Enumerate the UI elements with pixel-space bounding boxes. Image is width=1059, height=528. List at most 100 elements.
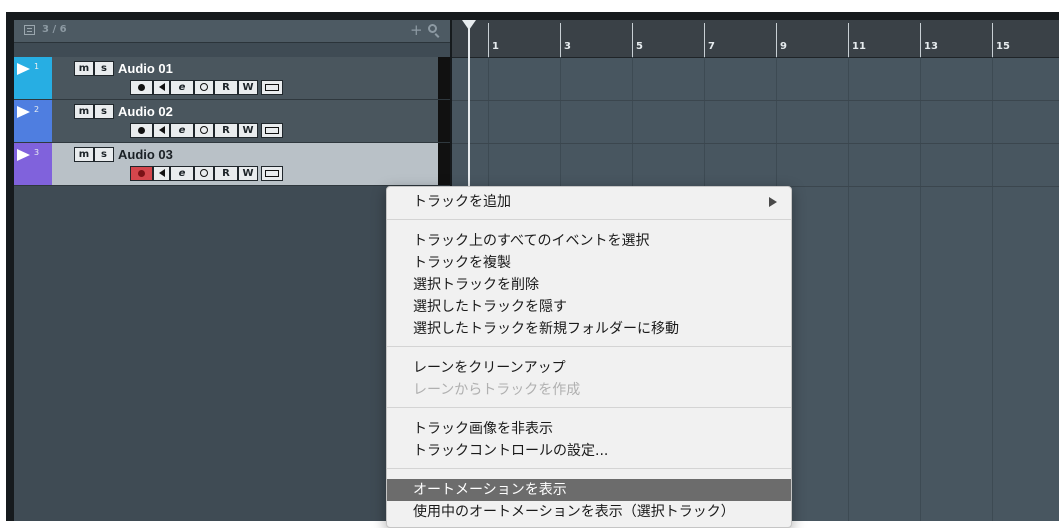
menu-item: レーンからトラックを作成 — [387, 379, 791, 401]
menu-separator — [387, 407, 791, 408]
solo-button[interactable]: s — [94, 104, 114, 119]
menu-item[interactable]: トラックを追加 — [387, 191, 791, 213]
ruler-bar-label: 9 — [780, 41, 787, 52]
menu-item-label: 選択したトラックを隠す — [413, 299, 567, 315]
ruler-bar-label: 7 — [708, 41, 715, 52]
track-number: 1 — [34, 62, 40, 71]
track-row[interactable]: 2 m s Audio 02 e R W — [14, 100, 450, 143]
ruler[interactable]: 1 3 5 7 9 11 13 15 — [452, 20, 1059, 58]
grid-line — [848, 57, 849, 521]
menu-item-label: レーンをクリーンアップ — [413, 360, 566, 376]
track-count: 3 / 6 — [42, 24, 67, 35]
menu-item-label: 使用中のオートメーションを表示（選択トラック） — [413, 504, 735, 520]
open-editor-button[interactable] — [261, 80, 283, 95]
ruler-tick — [560, 23, 561, 57]
track-row[interactable]: 1 m s Audio 01 e R W — [14, 57, 450, 100]
track-play-icon[interactable] — [17, 149, 30, 161]
menu-separator — [387, 219, 791, 220]
track-name[interactable]: Audio 03 — [118, 147, 173, 162]
submenu-arrow-icon — [769, 197, 777, 207]
mute-button[interactable]: m — [74, 104, 94, 119]
read-automation-button[interactable]: R — [214, 166, 238, 181]
track-name[interactable]: Audio 01 — [118, 61, 173, 76]
menu-item-label: トラック上のすべてのイベントを選択 — [413, 233, 650, 249]
ruler-bar-label: 13 — [924, 41, 938, 52]
grid-line — [992, 57, 993, 521]
menu-item-label: トラックを追加 — [413, 194, 511, 210]
track-name[interactable]: Audio 02 — [118, 104, 173, 119]
solo-button[interactable]: s — [94, 61, 114, 76]
menu-item-label: 選択トラックを削除 — [413, 277, 539, 293]
menu-item[interactable]: レーンをクリーンアップ — [387, 357, 791, 379]
ruler-bar-label: 15 — [996, 41, 1010, 52]
edit-channel-button[interactable]: e — [170, 166, 194, 181]
add-track-icon[interactable]: + — [410, 21, 423, 39]
ruler-tick — [632, 23, 633, 57]
record-icon — [138, 126, 145, 134]
context-menu: トラックを追加トラック上のすべてのイベントを選択 トラックを複製選択トラックを削除… — [386, 186, 792, 528]
menu-item[interactable]: 使用中のオートメーションを表示（選択トラック） — [387, 501, 791, 523]
read-automation-button[interactable]: R — [214, 123, 238, 138]
menu-item[interactable]: 選択したトラックを新規フォルダーに移動 — [387, 318, 791, 340]
mute-button[interactable]: m — [74, 147, 94, 162]
search-icon[interactable] — [428, 24, 437, 33]
ruler-tick — [776, 23, 777, 57]
track-list: 3 / 6 + 1 m s Audio 01 e R W 2 m s Audio… — [14, 20, 450, 521]
mute-button[interactable]: m — [74, 61, 94, 76]
open-editor-button[interactable] — [261, 166, 283, 181]
menu-item-label: 選択したトラックを新規フォルダーに移動 — [413, 321, 679, 337]
monitor-button[interactable] — [153, 166, 170, 181]
editor-icon — [265, 83, 279, 91]
edit-channel-button[interactable]: e — [170, 80, 194, 95]
ruler-tick — [920, 23, 921, 57]
record-enable-button[interactable] — [130, 166, 153, 181]
circle-icon — [200, 83, 208, 91]
edit-channel-button[interactable]: e — [170, 123, 194, 138]
ruler-tick — [848, 23, 849, 57]
menu-separator — [387, 346, 791, 347]
menu-item[interactable]: トラックコントロールの設定... — [387, 440, 791, 462]
record-enable-button[interactable] — [130, 123, 153, 138]
ruler-tick — [704, 23, 705, 57]
monitor-button[interactable] — [153, 123, 170, 138]
track-row[interactable]: 3 m s Audio 03 e R W — [14, 143, 450, 186]
write-automation-button[interactable]: W — [238, 166, 258, 181]
menu-item-label: オートメーションを表示 — [413, 482, 567, 498]
solo-button[interactable]: s — [94, 147, 114, 162]
track-level-meter — [438, 143, 450, 185]
read-automation-button[interactable]: R — [214, 80, 238, 95]
track-list-header: 3 / 6 + — [14, 20, 450, 43]
track-lane-divider — [452, 143, 1059, 144]
menu-item-label: トラックを複製 — [413, 255, 511, 271]
menu-item[interactable]: 選択したトラックを隠す — [387, 296, 791, 318]
menu-item[interactable]: トラック画像を非表示 — [387, 418, 791, 440]
ruler-bar-label: 3 — [564, 41, 571, 52]
menu-item[interactable]: 選択トラックを削除 — [387, 274, 791, 296]
lock-button[interactable] — [194, 80, 214, 95]
editor-icon — [265, 169, 279, 177]
track-play-icon[interactable] — [17, 63, 30, 75]
menu-item-label: トラックコントロールの設定... — [413, 443, 609, 459]
track-play-icon[interactable] — [17, 106, 30, 118]
record-icon — [138, 169, 145, 177]
open-editor-button[interactable] — [261, 123, 283, 138]
menu-item[interactable]: トラック上のすべてのイベントを選択 — [387, 230, 791, 252]
menu-item[interactable]: トラックを複製 — [387, 252, 791, 274]
menu-item-label: レーンからトラックを作成 — [413, 382, 581, 398]
ruler-bar-label: 11 — [852, 41, 866, 52]
editor-icon — [265, 126, 279, 134]
lock-button[interactable] — [194, 123, 214, 138]
track-lane-divider — [452, 100, 1059, 101]
speaker-icon — [158, 126, 165, 134]
track-level-meter — [438, 100, 450, 142]
lock-button[interactable] — [194, 166, 214, 181]
record-enable-button[interactable] — [130, 80, 153, 95]
menu-separator — [387, 468, 791, 469]
track-level-meter — [438, 57, 450, 99]
monitor-button[interactable] — [153, 80, 170, 95]
track-list-icon[interactable] — [24, 25, 35, 35]
ruler-tick — [488, 23, 489, 57]
menu-item[interactable]: オートメーションを表示 — [387, 479, 791, 501]
write-automation-button[interactable]: W — [238, 123, 258, 138]
write-automation-button[interactable]: W — [238, 80, 258, 95]
